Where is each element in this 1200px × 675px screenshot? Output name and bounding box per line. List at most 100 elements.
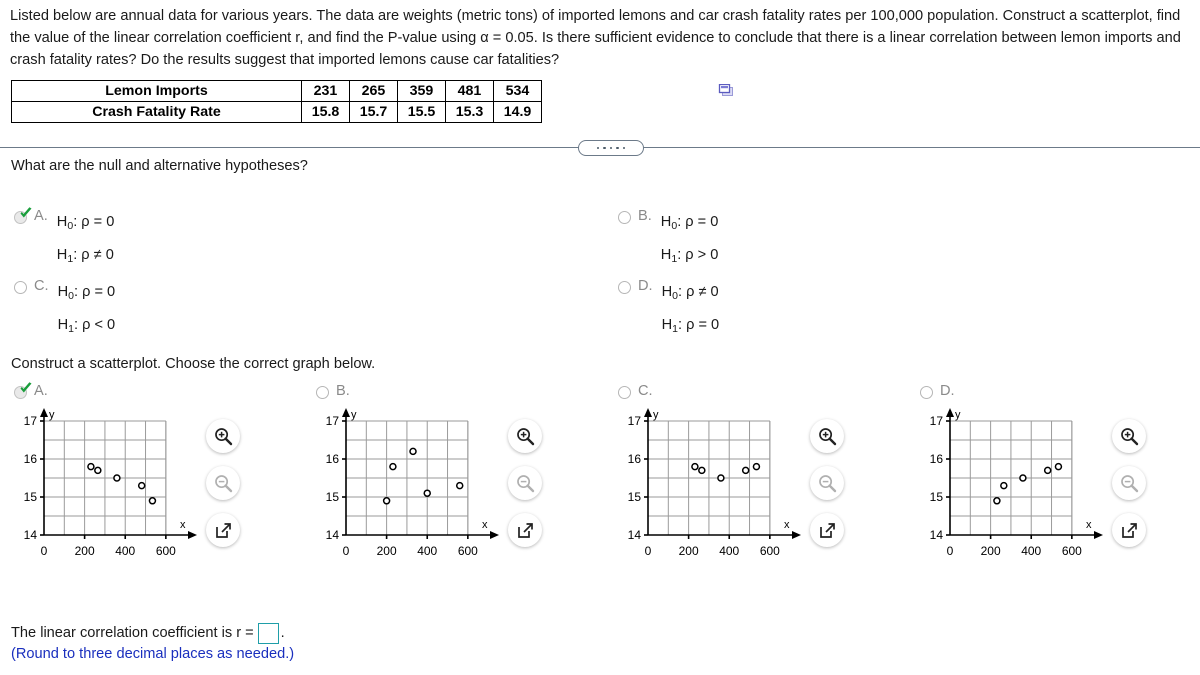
svg-text:y: y [49,409,55,421]
graph-option-c-head[interactable]: C. [618,383,908,401]
svg-text:16: 16 [930,452,944,466]
null-rest-d: : ρ ≠ 0 [677,284,719,300]
graph-option-letter-d: D. [940,383,955,399]
data-table-container: Lemon Imports 231 265 359 481 534 Crash … [11,80,542,123]
graph-radio-button-a[interactable] [14,382,32,399]
correlation-coefficient-input[interactable] [257,622,279,644]
graph-radio-button-c[interactable] [618,386,631,399]
graph-toolbar-a [206,419,240,547]
null-hypothesis-d: H0: ρ ≠ 0 [661,284,719,302]
svg-text:400: 400 [115,544,135,558]
svg-text:200: 200 [377,544,397,558]
cell-crash-4: 15.3 [445,101,494,123]
rounding-note: (Round to three decimal places as needed… [11,646,295,662]
graph-option-c[interactable]: C. y x 14 15 16 17 0 200 400 600 [618,383,908,582]
problem-statement: Listed below are annual data for various… [10,5,1192,71]
svg-text:17: 17 [24,414,38,428]
svg-text:600: 600 [156,544,176,558]
option-letter-b: B. [638,208,652,224]
zoom-out-icon[interactable] [1112,466,1146,500]
scatterplot-d: y x 14 15 16 17 0 200 400 600 [920,407,1200,582]
zoom-in-icon[interactable] [508,419,542,453]
radio-button-b[interactable] [618,211,631,224]
table-row: Crash Fatality Rate 15.8 15.7 15.5 15.3 … [11,101,542,123]
svg-text:17: 17 [326,414,340,428]
svg-text:x: x [1086,519,1092,531]
green-checkmark-icon [19,382,33,396]
cell-lemon-1: 231 [301,80,350,102]
scatterplot-b-svg: y x 14 15 16 17 0 200 400 600 [326,408,499,558]
svg-text:14: 14 [326,528,340,542]
exercise-page: Listed below are annual data for various… [0,0,1200,675]
graph-radio-button-d[interactable] [920,386,933,399]
copy-to-spreadsheet-icon[interactable] [718,83,734,99]
null-hypothesis-a: H0: ρ = 0 [56,214,115,232]
graph-option-a-head[interactable]: A. [14,382,304,401]
option-letter-c: C. [34,278,49,294]
svg-text:x: x [180,519,186,531]
scatterplot-d-svg: y x 14 15 16 17 0 200 400 600 [930,408,1103,558]
prompt-scatterplot: Construct a scatterplot. Choose the corr… [11,356,376,372]
svg-text:0: 0 [645,544,652,558]
graph-option-b[interactable]: B. y x 14 15 16 17 0 200 400 600 [316,383,606,582]
svg-text:15: 15 [326,490,340,504]
alt-rest-d: : ρ = 0 [677,316,720,333]
graph-option-d-head[interactable]: D. [920,383,1200,401]
svg-text:600: 600 [760,544,780,558]
zoom-out-icon[interactable] [810,466,844,500]
open-in-new-window-icon[interactable] [206,513,240,547]
null-rest-c: : ρ = 0 [73,284,116,300]
graph-toolbar-b [508,419,542,547]
cell-crash-2: 15.7 [349,101,398,123]
hypothesis-option-d[interactable]: D. H0: ρ ≠ 0 H1: ρ = 0 [618,278,719,344]
graph-option-letter-a: A. [34,383,48,399]
radio-button-a[interactable] [14,207,32,224]
hypothesis-body-b: H0: ρ = 0 H1: ρ > 0 [661,208,719,274]
alt-hypothesis-b: H1: ρ > 0 [660,246,719,265]
cell-crash-1: 15.8 [301,101,350,123]
lemon-crash-data-table: Lemon Imports 231 265 359 481 534 Crash … [11,80,542,123]
green-checkmark-icon [19,207,33,221]
answer-line: The linear correlation coefficient is r … [11,622,294,644]
prompt-hypotheses: What are the null and alternative hypoth… [11,158,308,174]
ellipsis-pill-handle[interactable] [578,140,644,156]
radio-button-c[interactable] [14,281,27,294]
cell-lemon-3: 359 [397,80,446,102]
dot-icon [596,146,600,150]
option-letter-d: D. [638,278,653,294]
svg-text:15: 15 [628,490,642,504]
svg-text:y: y [653,409,659,421]
cell-crash-5: 14.9 [493,101,542,123]
scatterplot-c: y x 14 15 16 17 0 200 400 600 [618,407,908,582]
radio-button-d[interactable] [618,281,631,294]
alt-rest-a: : ρ ≠ 0 [73,246,114,263]
graph-option-a[interactable]: A. y x 14 15 16 17 0 200 400 600 [14,382,304,582]
svg-text:14: 14 [930,528,944,542]
null-hypothesis-c: H0: ρ = 0 [57,284,116,302]
zoom-in-icon[interactable] [1112,419,1146,453]
open-in-new-window-icon[interactable] [810,513,844,547]
zoom-out-icon[interactable] [206,466,240,500]
open-in-new-window-icon[interactable] [1112,513,1146,547]
alt-rest-b: : ρ > 0 [677,246,719,263]
svg-text:600: 600 [458,544,478,558]
graph-option-d[interactable]: D. y x 14 15 16 17 0 200 400 600 [920,383,1200,582]
svg-text:16: 16 [628,452,642,466]
graph-radio-button-b[interactable] [316,386,329,399]
svg-text:15: 15 [24,490,38,504]
zoom-in-icon[interactable] [810,419,844,453]
svg-text:200: 200 [981,544,1001,558]
open-in-new-window-icon[interactable] [508,513,542,547]
svg-text:200: 200 [679,544,699,558]
svg-text:15: 15 [930,490,944,504]
zoom-out-icon[interactable] [508,466,542,500]
hypothesis-body-a: H0: ρ = 0 H1: ρ ≠ 0 [57,208,115,274]
hypothesis-body-d: H0: ρ ≠ 0 H1: ρ = 0 [662,278,720,344]
hypothesis-option-a[interactable]: A. H0: ρ = 0 H1: ρ ≠ 0 [14,207,115,274]
hypothesis-option-b[interactable]: B. H0: ρ = 0 H1: ρ > 0 [618,208,718,274]
svg-text:400: 400 [417,544,437,558]
graph-option-b-head[interactable]: B. [316,383,606,401]
alt-hypothesis-d: H1: ρ = 0 [661,316,720,335]
hypothesis-option-c[interactable]: C. H0: ρ = 0 H1: ρ < 0 [14,278,115,344]
zoom-in-icon[interactable] [206,419,240,453]
